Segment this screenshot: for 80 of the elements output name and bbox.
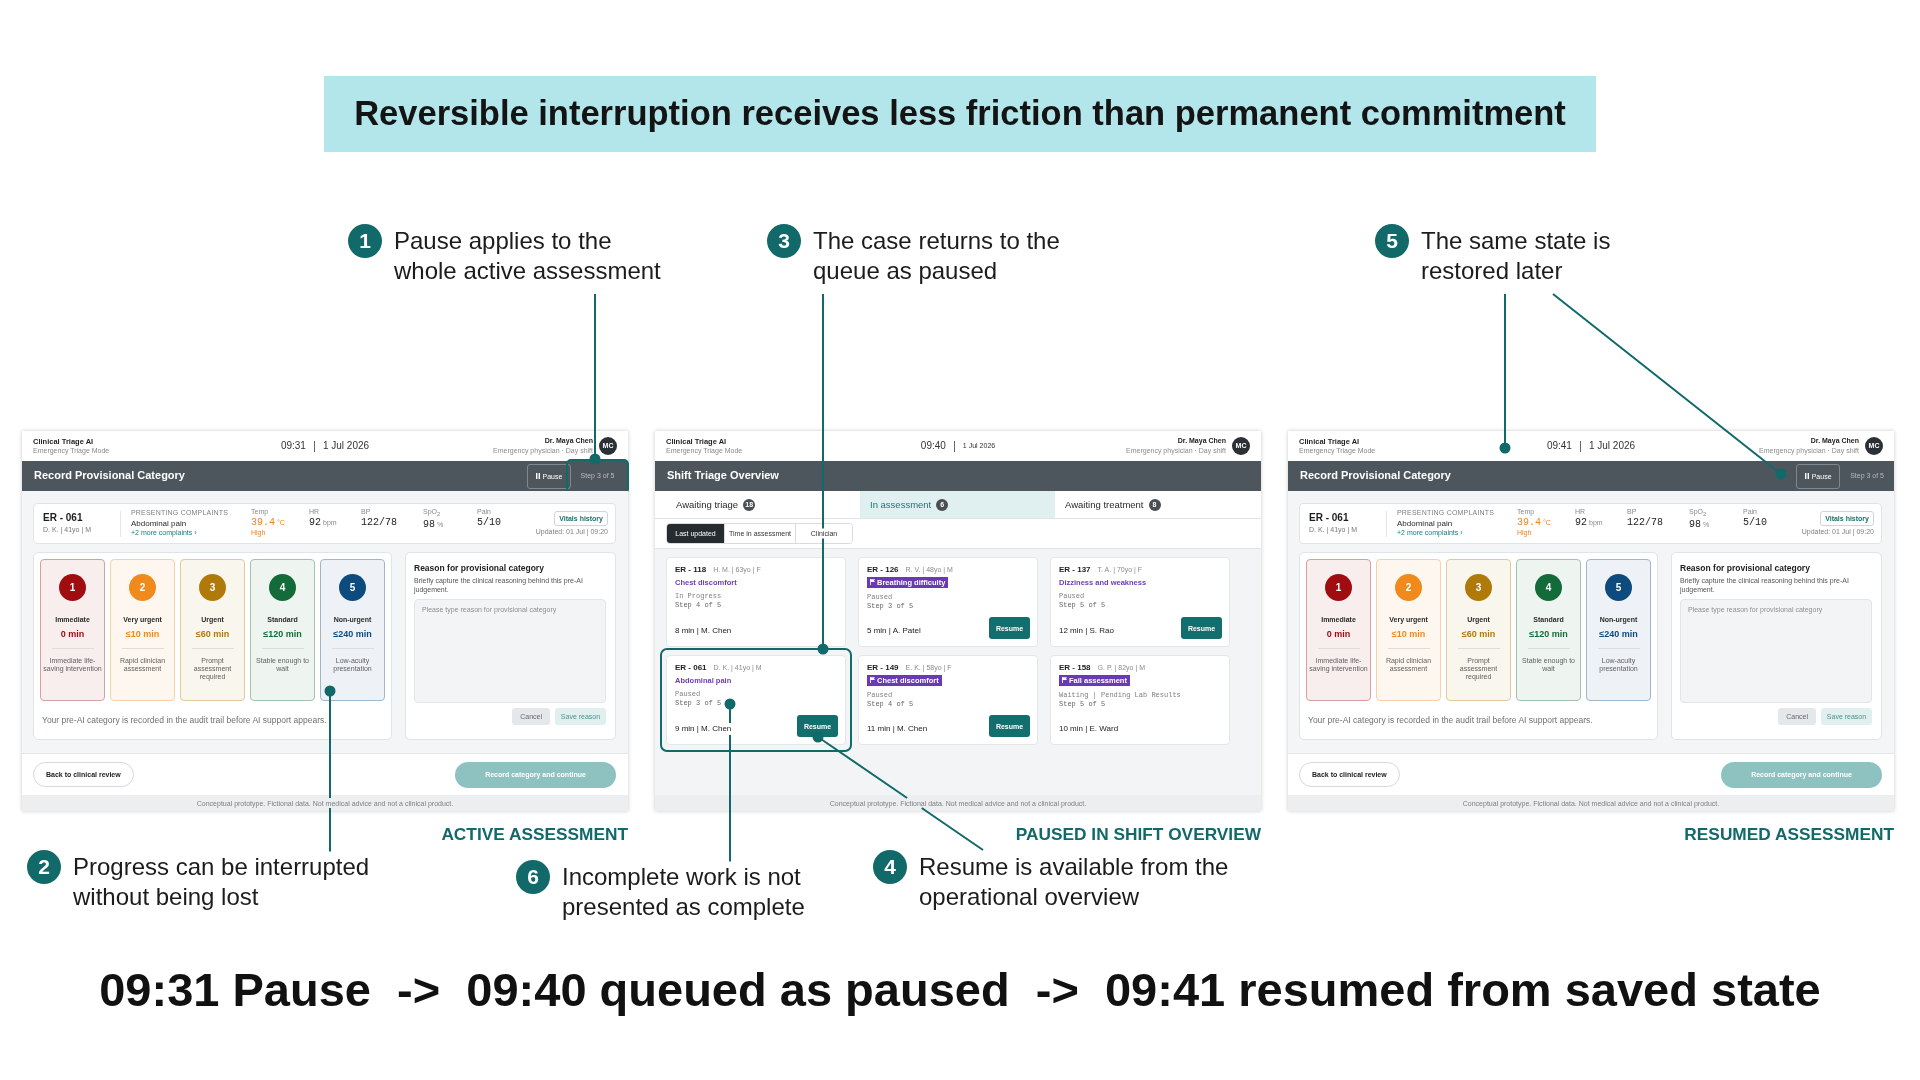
- complaint-text: Abdominal pain: [1397, 518, 1453, 529]
- category-time: ≤60 min: [1461, 629, 1496, 641]
- category-number: 4: [269, 574, 296, 601]
- category-time: ≤120 min: [1529, 629, 1568, 641]
- category-time: ≤60 min: [195, 629, 230, 641]
- vital-value: 5/10: [477, 517, 501, 530]
- panel-caption: ACTIVE ASSESSMENT: [441, 824, 628, 844]
- callout-text: Progress can be interrupted without being lost: [73, 852, 370, 912]
- category-number: 1: [1325, 574, 1352, 601]
- number-badge: 6: [516, 860, 550, 894]
- screen-title: Shift Triage Overview: [667, 469, 780, 483]
- date-text: 1 Jul 2026: [1588, 440, 1636, 452]
- number-badge: 4: [873, 850, 907, 884]
- category-number: 5: [1605, 574, 1632, 601]
- case-summary: 9 min | M. Chen: [675, 724, 732, 734]
- reason-title: Reason for provisional category: [414, 563, 545, 574]
- case-id: ER - 061: [675, 663, 707, 673]
- case-id: ER - 126: [867, 565, 899, 575]
- number-badge: 2: [27, 850, 61, 884]
- clock-time: 09:41: [1546, 440, 1572, 452]
- case-summary: 12 min | S. Rao: [1059, 626, 1114, 636]
- panel-caption: PAUSED IN SHIFT OVERVIEW: [1015, 824, 1261, 844]
- figure-title: Reversible interruption receives less friction than permanent commitment: [354, 93, 1566, 135]
- category-time: ≤240 min: [333, 629, 372, 641]
- category-time: ≤10 min: [1391, 629, 1426, 641]
- callout-text: Resume is available from the operational overview: [919, 852, 1229, 912]
- case-id: ER - 061: [1309, 512, 1349, 525]
- vital-value: 92: [309, 517, 321, 530]
- case-id: ER - 061: [43, 512, 83, 525]
- audit-note: Your pre-AI category is recorded in the audit trail before AI support appears.: [41, 715, 328, 726]
- pause-icon: [535, 473, 540, 479]
- number-badge: 5: [1375, 224, 1409, 258]
- category-time: ≤10 min: [125, 629, 160, 641]
- category-time: ≤240 min: [1599, 629, 1638, 641]
- vital-value: 39.4: [1517, 517, 1541, 530]
- complaint-text: Abdominal pain: [131, 518, 187, 529]
- vital-value: 98: [1689, 519, 1701, 532]
- category-number: 3: [199, 574, 226, 601]
- case-id: ER - 158: [1059, 663, 1091, 673]
- callout-text: Pause applies to the whole active assessment: [394, 226, 661, 286]
- case-id: ER - 149: [867, 663, 899, 673]
- case-id: ER - 137: [1059, 565, 1091, 575]
- case-summary: 11 min | M. Chen: [867, 724, 928, 734]
- category-number: 5: [339, 574, 366, 601]
- date-text: 1 Jul 2026: [322, 440, 370, 452]
- reason-title: Reason for provisional category: [1680, 563, 1811, 574]
- category-number: 4: [1535, 574, 1562, 601]
- callout-text: The same state is restored later: [1421, 226, 1611, 286]
- screen-title: Record Provisional Category: [34, 469, 186, 483]
- category-number: 1: [59, 574, 86, 601]
- audit-note: Your pre-AI category is recorded in the audit trail before AI support appears.: [1307, 715, 1594, 726]
- category-number: 2: [129, 574, 156, 601]
- flag-icon: [870, 579, 875, 586]
- clock-time: 09:40: [920, 440, 946, 452]
- vital-value: 122/78: [361, 517, 397, 530]
- callout-text: The case returns to the queue as paused: [813, 226, 1060, 286]
- vital-value: 98: [423, 519, 435, 532]
- timeline-caption: 09:31 Pause -> 09:40 queued as paused -> 09:41 resumed from saved state: [99, 963, 1821, 1016]
- category-number: 3: [1465, 574, 1492, 601]
- vital-value: 92: [1575, 517, 1587, 530]
- case-summary: 8 min | M. Chen: [675, 626, 732, 636]
- screen-title: Record Provisional Category: [1300, 469, 1452, 483]
- flag-icon: [870, 677, 875, 684]
- flag-icon: [1062, 677, 1067, 684]
- number-badge: 1: [348, 224, 382, 258]
- panel-caption: RESUMED ASSESSMENT: [1684, 824, 1894, 844]
- case-summary: 10 min | E. Ward: [1059, 724, 1119, 734]
- clock-time: 09:31: [280, 440, 306, 452]
- pause-icon: [1804, 473, 1809, 479]
- number-badge: 3: [767, 224, 801, 258]
- category-time: 0 min: [60, 629, 85, 641]
- category-time: 0 min: [1326, 629, 1351, 641]
- category-number: 2: [1395, 574, 1422, 601]
- category-time: ≤120 min: [263, 629, 302, 641]
- vital-value: 39.4: [251, 517, 275, 530]
- vital-value: 5/10: [1743, 517, 1767, 530]
- case-summary: 5 min | A. Patel: [867, 626, 921, 636]
- vital-value: 122/78: [1627, 517, 1663, 530]
- case-id: ER - 118: [675, 565, 707, 575]
- callout-text: Incomplete work is not presented as complete: [562, 862, 805, 922]
